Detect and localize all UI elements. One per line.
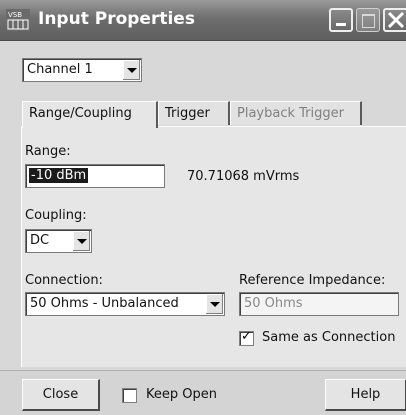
connection-label: Connection: — [25, 273, 103, 288]
app-icon-text: VSB — [8, 11, 22, 19]
chevron-down-icon[interactable] — [122, 60, 140, 80]
tab-trigger-label: Trigger — [165, 106, 210, 121]
minimize-icon — [336, 23, 346, 26]
maximize-button — [356, 8, 380, 32]
connection-select-value: 50 Ohms - Unbalanced — [30, 296, 179, 311]
chevron-down-icon[interactable] — [72, 231, 90, 251]
channel-select[interactable]: Channel 1 — [22, 58, 142, 82]
range-input-value: -10 dBm — [29, 168, 89, 183]
reference-impedance-input: 50 Ohms — [239, 292, 399, 316]
title-bar[interactable]: VSB Input Properties — [0, 0, 406, 41]
help-button-label: Help — [350, 387, 381, 402]
chevron-down-icon[interactable] — [205, 294, 223, 314]
keep-open-label: Keep Open — [146, 387, 217, 402]
tab-playback-trigger: Playback Trigger — [230, 101, 362, 125]
tab-trigger[interactable]: Trigger — [158, 101, 230, 125]
keep-open-checkbox[interactable] — [122, 388, 137, 403]
reference-impedance-value: 50 Ohms — [244, 296, 303, 311]
checkmark-icon: ✓ — [241, 329, 252, 344]
help-button[interactable]: Help — [325, 379, 406, 411]
close-button[interactable]: Close — [22, 379, 100, 411]
app-icon: VSB — [6, 9, 30, 31]
close-button-label: Close — [42, 387, 79, 402]
coupling-label: Coupling: — [25, 208, 87, 223]
reference-impedance-label: Reference Impedance: — [239, 273, 386, 288]
same-as-connection-checkbox[interactable]: ✓ — [239, 329, 254, 346]
range-coupling-panel: Range: -10 dBm 70.71068 mVrms Coupling: … — [21, 126, 406, 367]
button-bar: Close Keep Open Help — [0, 370, 406, 415]
range-input[interactable]: -10 dBm — [25, 164, 165, 188]
same-as-connection-label: Same as Connection — [262, 330, 396, 345]
channel-select-value: Channel 1 — [27, 62, 93, 77]
range-readout: 70.71068 mVrms — [187, 169, 300, 184]
range-label: Range: — [25, 144, 71, 159]
close-window-button[interactable] — [383, 8, 406, 32]
tab-range-coupling[interactable]: Range/Coupling — [22, 101, 158, 128]
coupling-select-value: DC — [30, 233, 50, 248]
close-icon — [387, 11, 405, 29]
minimize-button[interactable] — [329, 8, 353, 32]
coupling-select[interactable]: DC — [25, 229, 92, 253]
tab-playback-trigger-label: Playback Trigger — [237, 106, 344, 121]
input-properties-window: VSB Input Properties Channel 1 Range/Cou… — [0, 0, 406, 415]
connection-select[interactable]: 50 Ohms - Unbalanced — [25, 292, 225, 316]
maximize-icon — [362, 14, 375, 28]
window-title: Input Properties — [38, 9, 195, 29]
tab-range-coupling-label: Range/Coupling — [29, 106, 132, 121]
